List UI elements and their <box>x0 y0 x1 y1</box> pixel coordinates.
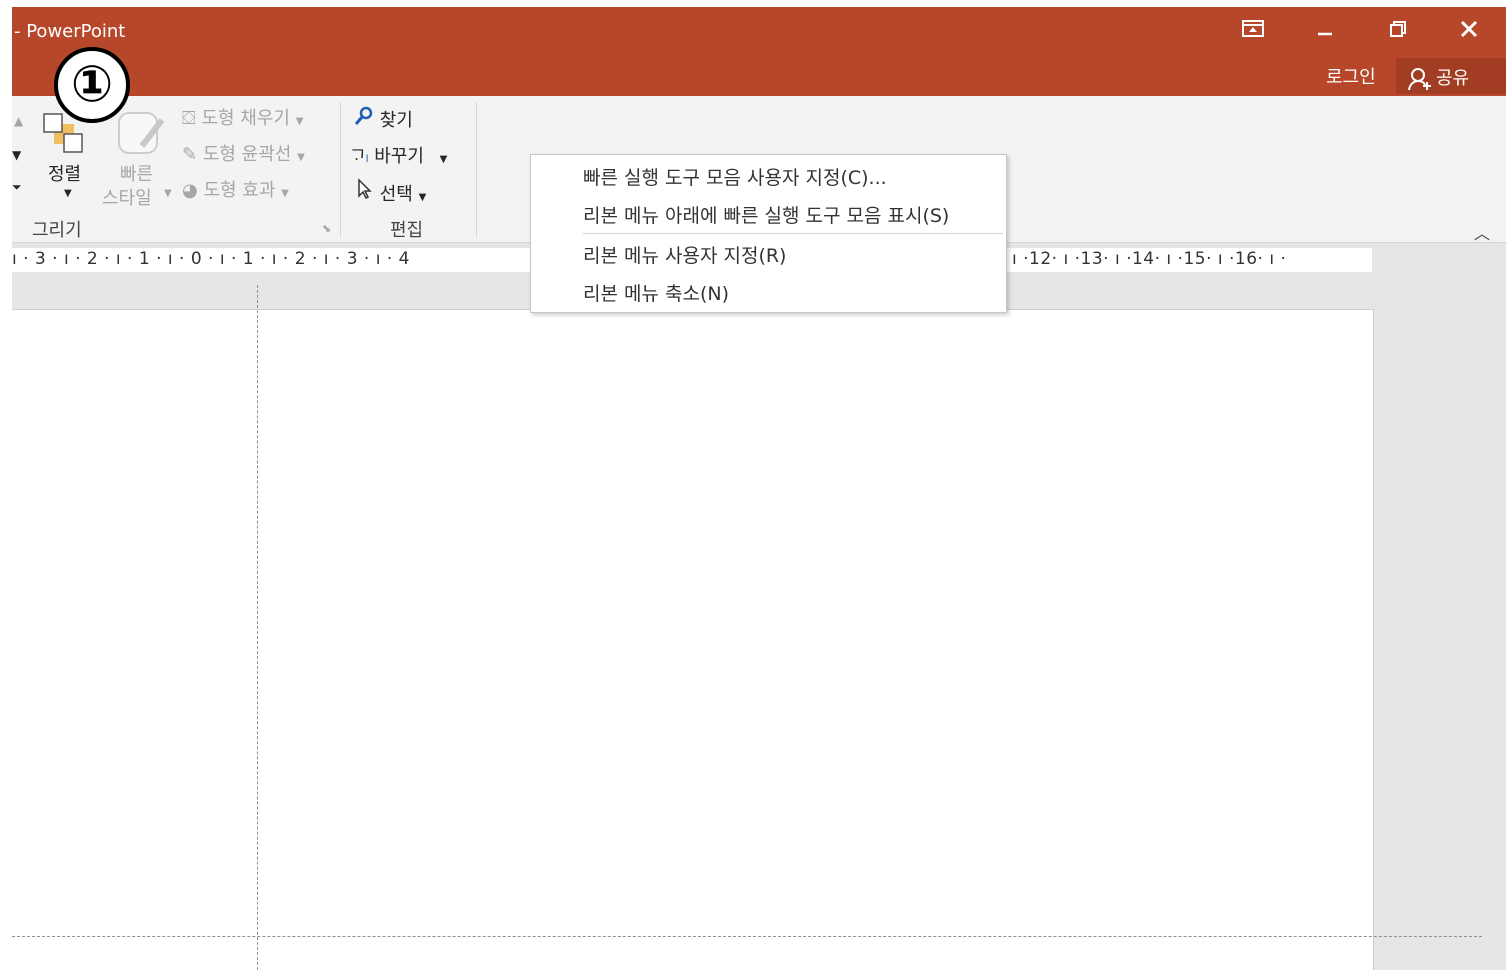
quick-styles-dropdown-icon[interactable]: ▼ <box>164 188 172 199</box>
cursor-arrow-icon <box>358 178 372 200</box>
close-icon <box>1460 20 1478 38</box>
replace-label: 바꾸기 <box>374 146 424 167</box>
arrange-dropdown-icon[interactable]: ▼ <box>64 188 72 199</box>
restore-icon <box>1390 21 1406 37</box>
replace-dropdown-icon: ▼ <box>439 154 448 165</box>
restore-button[interactable] <box>1375 17 1421 45</box>
ribbon-display-options-button[interactable] <box>1230 17 1276 45</box>
quick-styles-label-1: 빠른 <box>120 164 154 185</box>
arrange-label: 정렬 <box>48 164 82 185</box>
vertical-guide[interactable] <box>257 285 258 970</box>
shape-effects-label: 도형 효과 <box>203 180 276 201</box>
close-button[interactable] <box>1446 17 1492 45</box>
select-dropdown-icon: ▼ <box>418 192 427 203</box>
share-button[interactable]: 공유 <box>1396 58 1506 94</box>
app-title: - PowerPoint <box>14 21 126 42</box>
ruler-scale-left: ı · 3 · ı · 2 · ı · 1 · ı · 0 · ı · 1 · … <box>12 249 410 269</box>
shape-outline-dropdown-icon: ▼ <box>297 152 305 163</box>
person-add-icon <box>1408 68 1431 91</box>
horizontal-guide[interactable] <box>12 936 1482 937</box>
menu-separator <box>583 233 1003 234</box>
gallery-scroll-up-icon[interactable]: ▲ <box>14 114 23 128</box>
slide-canvas[interactable] <box>12 309 1374 970</box>
quick-styles-label-2: 스타일 <box>102 188 152 209</box>
editing-group-label: 편집 <box>390 220 424 241</box>
powerpoint-window: - PowerPoint 로그인 공유 ① ▲ ▼ ⏷ 정렬 ▼ 빠른 스타일 … <box>12 7 1506 970</box>
quick-styles-icon <box>118 112 165 154</box>
ruler-scale-right: ı ·12· ı ·13· ı ·14· ı ·15· ı ·16· ı · <box>1012 249 1287 269</box>
show-qat-below-ribbon-item[interactable]: 리본 메뉴 아래에 빠른 실행 도구 모음 표시(S) <box>583 201 949 228</box>
shape-fill-dropdown-icon: ▼ <box>295 116 304 127</box>
gallery-scroll-down-icon[interactable]: ▼ <box>12 148 21 162</box>
shape-fill-button[interactable]: ⛋ 도형 채우기 ▼ <box>182 104 303 130</box>
minimize-icon <box>1318 32 1332 36</box>
find-label: 찾기 <box>379 110 413 131</box>
collapse-ribbon-item[interactable]: 리본 메뉴 축소(N) <box>583 279 729 306</box>
gallery-more-icon[interactable]: ⏷ <box>12 180 22 195</box>
dialog-launcher-icon[interactable]: ⬊ <box>322 222 331 235</box>
select-label: 선택 <box>379 184 413 205</box>
select-button[interactable]: 선택 ▼ <box>356 178 426 206</box>
drawing-group-label: 그리기 <box>32 220 82 241</box>
ribbon-display-icon <box>1242 20 1264 37</box>
minimize-button[interactable] <box>1302 17 1348 45</box>
collapse-ribbon-icon[interactable]: ︿ <box>1474 220 1490 244</box>
paint-bucket-icon: ⛋ <box>182 108 196 129</box>
ribbon-context-menu: 빠른 실행 도구 모음 사용자 지정(C)... 리본 메뉴 아래에 빠른 실행… <box>530 154 1007 313</box>
login-link[interactable]: 로그인 <box>1326 63 1376 89</box>
group-divider <box>340 102 341 237</box>
replace-button[interactable]: ᄀᆞₗ 바꾸기 ▼ <box>350 142 447 168</box>
customize-quick-access-toolbar-item[interactable]: 빠른 실행 도구 모음 사용자 지정(C)... <box>583 163 887 190</box>
shape-outline-button[interactable]: ✎ 도형 윤곽선 ▼ <box>182 140 305 166</box>
step-number-badge: ① <box>54 47 130 123</box>
shape-effects-dropdown-icon: ▼ <box>281 188 289 199</box>
shape-outline-label: 도형 윤곽선 <box>202 144 292 165</box>
customize-ribbon-item[interactable]: 리본 메뉴 사용자 지정(R) <box>583 241 786 268</box>
share-label: 공유 <box>1436 68 1470 89</box>
magnifier-icon <box>354 106 373 125</box>
group-divider <box>476 102 477 237</box>
replace-icon: ᄀᆞₗ <box>350 147 369 167</box>
shape-effects-button[interactable]: ◕ 도형 효과 ▼ <box>182 176 289 202</box>
pencil-icon: ✎ <box>182 144 198 165</box>
quick-styles-button[interactable] <box>116 110 166 161</box>
shape-effects-icon: ◕ <box>182 180 198 201</box>
title-bar: - PowerPoint 로그인 공유 <box>12 7 1506 96</box>
find-button[interactable]: 찾기 <box>354 106 413 132</box>
shape-fill-label: 도형 채우기 <box>201 108 290 129</box>
